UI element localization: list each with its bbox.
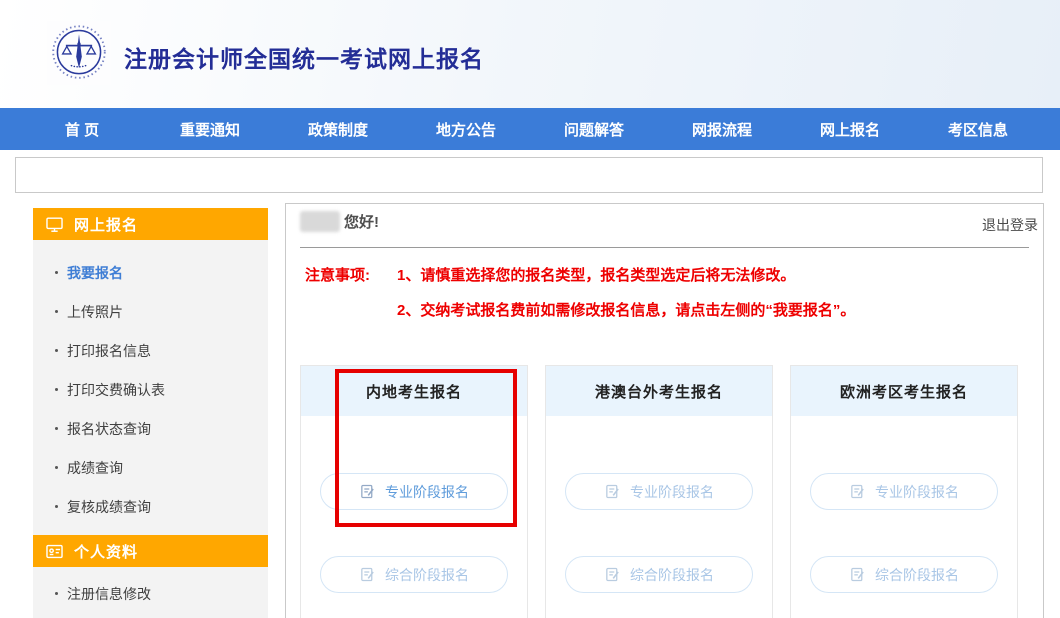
greeting: 您好! [300, 211, 379, 232]
sidebar-item-score-review-inquiry[interactable]: 复核成绩查询 [33, 487, 268, 526]
greeting-text: 您好! [344, 211, 379, 232]
bullet-dot [55, 271, 58, 274]
cpa-registration-page: 注册会计师全国统一考试网上报名 首 页 重要通知 政策制度 地方公告 问题解答 … [0, 0, 1060, 618]
monitor-icon [45, 215, 64, 234]
cicpa-logo [47, 21, 111, 85]
edit-note-icon [604, 483, 621, 500]
bullet-dot [55, 592, 58, 595]
edit-note-icon [849, 566, 866, 583]
button-label: 专业阶段报名 [630, 482, 714, 502]
button-label: 专业阶段报名 [385, 482, 469, 502]
button-label: 综合阶段报名 [630, 565, 714, 585]
logout-link[interactable]: 退出登录 [982, 215, 1038, 235]
edit-note-icon [359, 566, 376, 583]
hmt-professional-stage-button[interactable]: 专业阶段报名 [565, 473, 753, 510]
sidebar-item-label: 上传照片 [67, 302, 123, 322]
notice-line-2: 2、交纳考试报名费前如需修改报名信息，请点击左侧的“我要报名”。 [397, 299, 855, 320]
sidebar-item-label: 打印报名信息 [67, 341, 151, 361]
sidebar-item-print-registration-info[interactable]: 打印报名信息 [33, 331, 268, 370]
nav-item-notices[interactable]: 重要通知 [146, 108, 274, 150]
edit-note-icon [359, 483, 376, 500]
edit-note-icon [849, 483, 866, 500]
page-title: 注册会计师全国统一考试网上报名 [124, 40, 484, 74]
sidebar-item-label: 报名状态查询 [67, 419, 151, 439]
sidebar-item-label: 注册信息修改 [67, 584, 151, 604]
bullet-dot [55, 349, 58, 352]
sidebar-section-online-registration: 网上报名 [33, 208, 268, 240]
sidebar-item-registration-status[interactable]: 报名状态查询 [33, 409, 268, 448]
bullet-dot [55, 466, 58, 469]
edit-note-icon [604, 566, 621, 583]
hmt-comprehensive-stage-button[interactable]: 综合阶段报名 [565, 556, 753, 593]
nav-item-faq[interactable]: 问题解答 [530, 108, 658, 150]
bullet-dot [55, 427, 58, 430]
mainland-professional-stage-button[interactable]: 专业阶段报名 [320, 473, 508, 510]
masked-username [300, 211, 340, 232]
nav-item-online-registration[interactable]: 网上报名 [786, 108, 914, 150]
sidebar-item-score-inquiry[interactable]: 成绩查询 [33, 448, 268, 487]
page-header: 注册会计师全国统一考试网上报名 [0, 0, 1060, 108]
nav-item-process[interactable]: 网报流程 [658, 108, 786, 150]
sidebar-item-label: 打印交费确认表 [67, 380, 165, 400]
sidebar-item-modify-registration-info[interactable]: 注册信息修改 [33, 574, 268, 613]
nav-item-local-announcements[interactable]: 地方公告 [402, 108, 530, 150]
button-label: 综合阶段报名 [385, 565, 469, 585]
panel-europe-candidates: 欧洲考区考生报名 专业阶段报名 综合阶段报名 [790, 365, 1018, 618]
main-nav: 首 页 重要通知 政策制度 地方公告 问题解答 网报流程 网上报名 考区信息 [0, 108, 1060, 150]
nav-item-policies[interactable]: 政策制度 [274, 108, 402, 150]
greeting-divider [300, 247, 1029, 248]
panel-mainland-candidates: 内地考生报名 专业阶段报名 综合阶段报名 [300, 365, 528, 618]
sidebar-section-title: 个人资料 [74, 541, 138, 562]
panel-title-hmt-foreign: 港澳台外考生报名 [546, 366, 772, 416]
sidebar-item-print-payment-confirmation[interactable]: 打印交费确认表 [33, 370, 268, 409]
sidebar-menu-registration: 我要报名 上传照片 打印报名信息 打印交费确认表 报名状态查询 成绩查询 复核成… [33, 240, 268, 535]
sidebar-section-title: 网上报名 [74, 214, 138, 235]
mainland-comprehensive-stage-button[interactable]: 综合阶段报名 [320, 556, 508, 593]
nav-item-home[interactable]: 首 页 [18, 108, 146, 150]
button-label: 专业阶段报名 [875, 482, 959, 502]
panel-title-mainland: 内地考生报名 [301, 366, 527, 416]
nav-item-exam-area-info[interactable]: 考区信息 [914, 108, 1042, 150]
europe-professional-stage-button[interactable]: 专业阶段报名 [810, 473, 998, 510]
sidebar-item-label: 复核成绩查询 [67, 497, 151, 517]
europe-comprehensive-stage-button[interactable]: 综合阶段报名 [810, 556, 998, 593]
sidebar-item-i-want-to-register[interactable]: 我要报名 [33, 253, 268, 292]
panel-title-europe: 欧洲考区考生报名 [791, 366, 1017, 416]
bullet-dot [55, 505, 58, 508]
empty-notice-bar [15, 157, 1043, 193]
cicpa-emblem-icon [49, 23, 109, 83]
panel-hk-macao-taiwan-foreign-candidates: 港澳台外考生报名 专业阶段报名 综合阶段报名 [545, 365, 773, 618]
id-card-icon [45, 542, 64, 561]
sidebar-section-personal-info: 个人资料 [33, 535, 268, 567]
bullet-dot [55, 310, 58, 313]
notice-label: 注意事项: [305, 264, 370, 285]
sidebar-item-label: 成绩查询 [67, 458, 123, 478]
notice-line-1: 1、请慎重选择您的报名类型，报名类型选定后将无法修改。 [397, 264, 795, 285]
sidebar-item-label: 我要报名 [67, 263, 123, 283]
sidebar-menu-personal: 注册信息修改 [33, 567, 268, 618]
bullet-dot [55, 388, 58, 391]
sidebar-item-upload-photo[interactable]: 上传照片 [33, 292, 268, 331]
button-label: 综合阶段报名 [875, 565, 959, 585]
